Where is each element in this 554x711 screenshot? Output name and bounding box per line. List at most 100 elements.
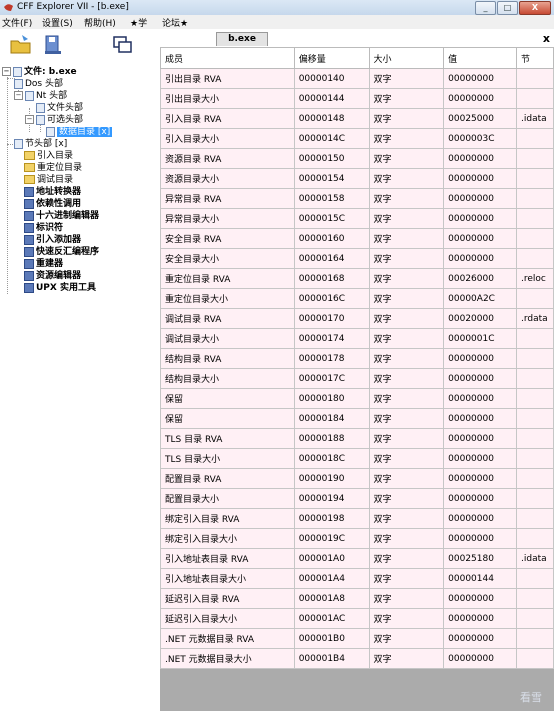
cell-section[interactable]: .reloc [516,268,554,289]
cell-size[interactable]: 双字 [368,148,445,169]
cell-size[interactable]: 双字 [368,328,445,349]
tab-close-icon[interactable]: x [543,32,550,45]
menu-forum-1[interactable]: ★学 [130,16,147,29]
table-row[interactable]: 调试目录 RVA 00000170 双字 00020000 .rdata [160,308,554,329]
cell-member[interactable]: 结构目录 RVA [160,348,295,369]
windows-icon[interactable] [110,33,136,57]
cell-section[interactable] [516,188,554,209]
cell-value[interactable]: 00000000 [443,408,517,429]
table-row[interactable]: 引出目录 RVA 00000140 双字 00000000 [160,68,554,89]
cell-size[interactable]: 双字 [368,288,445,309]
cell-offset[interactable]: 00000150 [293,148,370,169]
tree-item-hex-editor[interactable]: 十六进制编辑器 [24,210,99,222]
table-row[interactable]: 配置目录大小 00000194 双字 00000000 [160,488,554,509]
cell-value[interactable]: 00000000 [443,488,517,509]
menu-file[interactable]: 文件(F) [2,16,32,29]
tree-item-rebuilder[interactable]: 重建器 [24,258,63,270]
cell-offset[interactable]: 0000015C [293,208,370,229]
cell-size[interactable]: 双字 [368,348,445,369]
cell-member[interactable]: 异常目录大小 [160,208,295,229]
column-header-offset[interactable]: 偏移量 [293,47,370,69]
tree-item-data-directories[interactable]: 数据目录 [x] [46,126,113,138]
cell-value[interactable]: 00000000 [443,388,517,409]
cell-offset[interactable]: 000001AC [293,608,370,629]
cell-offset[interactable]: 0000014C [293,128,370,149]
tree-item-debug-directory[interactable]: 调试目录 [24,174,73,186]
cell-size[interactable]: 双字 [368,428,445,449]
tree-root-file[interactable]: − 文件: b.exe [2,66,77,78]
cell-member[interactable]: 重定位目录大小 [160,288,295,309]
cell-member[interactable]: TLS 目录 RVA [160,428,295,449]
cell-offset[interactable]: 00000198 [293,508,370,529]
tree-item-section-headers[interactable]: 节头部 [x] [14,138,67,150]
table-row[interactable]: .NET 元数据目录 RVA 000001B0 双字 00000000 [160,628,554,649]
cell-section[interactable] [516,68,554,89]
cell-section[interactable] [516,388,554,409]
cell-value[interactable]: 00000000 [443,468,517,489]
tree-item-nt-header[interactable]: − Nt 头部 [14,90,67,102]
cell-size[interactable]: 双字 [368,188,445,209]
cell-member[interactable]: 配置目录 RVA [160,468,295,489]
cell-offset[interactable]: 00000154 [293,168,370,189]
cell-member[interactable]: 调试目录 RVA [160,308,295,329]
tree-item-file-header[interactable]: 文件头部 [36,102,83,114]
cell-member[interactable]: 异常目录 RVA [160,188,295,209]
cell-section[interactable] [516,628,554,649]
cell-member[interactable]: 配置目录大小 [160,488,295,509]
cell-value[interactable]: 00000000 [443,528,517,549]
cell-value[interactable]: 00000000 [443,68,517,89]
cell-member[interactable]: .NET 元数据目录大小 [160,648,295,669]
cell-size[interactable]: 双字 [368,308,445,329]
cell-size[interactable]: 双字 [368,648,445,669]
cell-offset[interactable]: 00000168 [293,268,370,289]
cell-section[interactable] [516,508,554,529]
cell-value[interactable]: 00000000 [443,628,517,649]
cell-value[interactable]: 00000000 [443,188,517,209]
cell-size[interactable]: 双字 [368,228,445,249]
cell-section[interactable] [516,648,554,669]
cell-size[interactable]: 双字 [368,208,445,229]
cell-offset[interactable]: 00000164 [293,248,370,269]
cell-section[interactable] [516,608,554,629]
cell-offset[interactable]: 00000148 [293,108,370,129]
cell-offset[interactable]: 0000016C [293,288,370,309]
cell-section[interactable] [516,468,554,489]
cell-offset[interactable]: 000001A0 [293,548,370,569]
tree-item-upx-utility[interactable]: UPX 实用工具 [24,282,96,294]
minimize-button[interactable]: _ [475,1,496,15]
cell-size[interactable]: 双字 [368,608,445,629]
cell-member[interactable]: 绑定引入目录大小 [160,528,295,549]
save-icon[interactable] [40,33,66,57]
table-row[interactable]: TLS 目录大小 0000018C 双字 00000000 [160,448,554,469]
cell-offset[interactable]: 00000144 [293,88,370,109]
cell-value[interactable]: 00025000 [443,108,517,129]
table-row[interactable]: 重定位目录大小 0000016C 双字 00000A2C [160,288,554,309]
cell-size[interactable]: 双字 [368,488,445,509]
cell-member[interactable]: 引入地址表目录大小 [160,568,295,589]
cell-value[interactable]: 00000000 [443,648,517,669]
cell-size[interactable]: 双字 [368,448,445,469]
cell-member[interactable]: 引出目录大小 [160,88,295,109]
cell-offset[interactable]: 000001A4 [293,568,370,589]
menu-help[interactable]: 帮助(H) [84,16,116,29]
cell-member[interactable]: 安全目录大小 [160,248,295,269]
tree-item-relocation-directory[interactable]: 重定位目录 [24,162,82,174]
table-row[interactable]: 引入地址表目录大小 000001A4 双字 00000144 [160,568,554,589]
table-row[interactable]: 调试目录大小 00000174 双字 0000001C [160,328,554,349]
cell-size[interactable]: 双字 [368,88,445,109]
cell-member[interactable]: 重定位目录 RVA [160,268,295,289]
cell-offset[interactable]: 000001B4 [293,648,370,669]
cell-size[interactable]: 双字 [368,268,445,289]
cell-section[interactable] [516,408,554,429]
cell-offset[interactable]: 00000180 [293,388,370,409]
cell-section[interactable] [516,208,554,229]
cell-size[interactable]: 双字 [368,628,445,649]
cell-section[interactable] [516,528,554,549]
column-header-value[interactable]: 值 [443,47,517,69]
cell-value[interactable]: 0000001C [443,328,517,349]
cell-member[interactable]: 资源目录大小 [160,168,295,189]
cell-offset[interactable]: 00000184 [293,408,370,429]
cell-member[interactable]: 保留 [160,408,295,429]
cell-size[interactable]: 双字 [368,368,445,389]
cell-offset[interactable]: 0000018C [293,448,370,469]
